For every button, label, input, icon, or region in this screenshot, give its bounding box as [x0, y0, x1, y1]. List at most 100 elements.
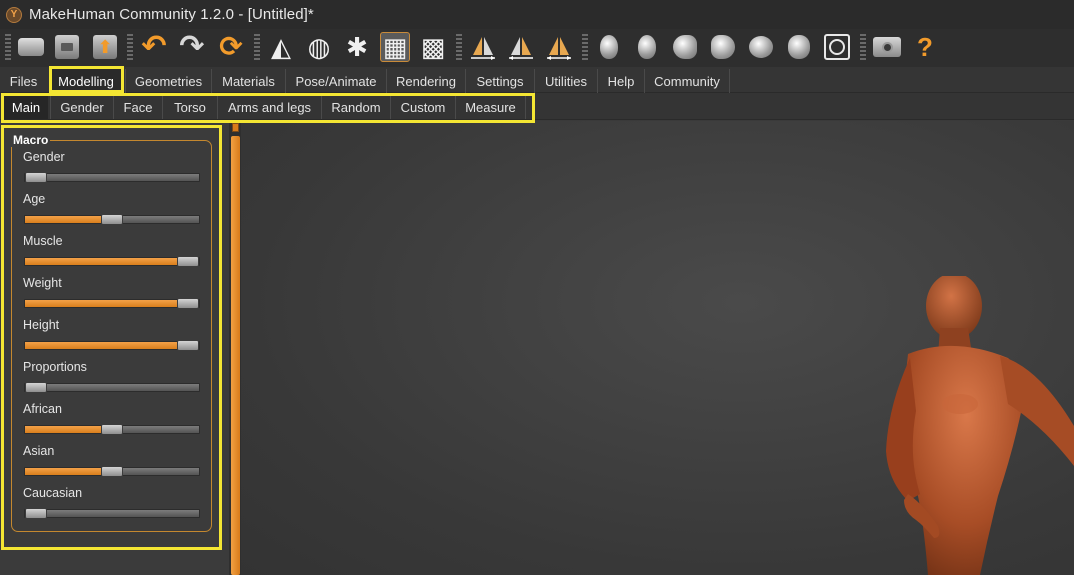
slider-label-proportions: Proportions	[23, 360, 87, 374]
toolbar-separator	[254, 34, 260, 62]
subtab-measure[interactable]: Measure	[455, 95, 526, 119]
slider-label-caucasian: Caucasian	[23, 486, 83, 500]
symmetry-button[interactable]	[544, 32, 574, 62]
tab-settings[interactable]: Settings	[465, 69, 534, 93]
slider-fill-muscle	[25, 258, 188, 265]
slider-weight[interactable]	[24, 298, 200, 309]
redo-button[interactable]: ↷	[177, 32, 207, 62]
slider-handle-asian[interactable]	[101, 466, 123, 477]
save-icon	[55, 35, 79, 59]
front-view-icon	[600, 35, 618, 59]
bottom-view-button[interactable]	[784, 32, 814, 62]
screenshot-button[interactable]	[872, 32, 902, 62]
right-view-button[interactable]	[708, 32, 738, 62]
reset-icon: ⟳	[219, 31, 243, 62]
title-bar: Y MakeHuman Community 1.2.0 - [Untitled]…	[0, 0, 1074, 29]
undo-button[interactable]: ↶	[139, 32, 169, 62]
slider-label-age: Age	[23, 192, 46, 206]
slider-proportions[interactable]	[24, 382, 200, 393]
slider-handle-african[interactable]	[101, 424, 123, 435]
checker-icon: ▩	[420, 32, 446, 62]
slider-fill-african	[25, 426, 112, 433]
human-model[interactable]	[868, 276, 1074, 575]
sub-tab-bar: Main Gender Face Torso Arms and legs Ran…	[0, 93, 1074, 120]
load-icon	[18, 38, 44, 56]
toolbar-separator	[127, 34, 133, 62]
symmetry-right-button[interactable]	[468, 32, 498, 62]
reset-camera-button[interactable]	[822, 32, 852, 62]
smooth-button[interactable]: ◭	[266, 32, 296, 62]
export-icon: ⬆	[93, 35, 117, 59]
smooth-icon: ◭	[271, 32, 291, 62]
slider-label-muscle: Muscle	[23, 234, 63, 248]
slider-handle-gender[interactable]	[25, 172, 47, 183]
symmetry-left-icon	[509, 37, 533, 60]
slider-gender[interactable]	[24, 172, 200, 183]
slider-asian[interactable]	[24, 466, 200, 477]
slider-handle-age[interactable]	[101, 214, 123, 225]
top-view-button[interactable]	[746, 32, 776, 62]
slider-label-african: African	[23, 402, 62, 416]
tab-help[interactable]: Help	[597, 69, 644, 93]
help-icon: ?	[917, 32, 933, 62]
reset-camera-icon	[824, 34, 850, 60]
slider-caucasian[interactable]	[24, 508, 200, 519]
export-button[interactable]: ⬆	[90, 32, 120, 62]
toolbar: ⬆ ↶ ↷ ⟳ ◭ ◍ ✱ ▦ ▩ ?	[0, 29, 1074, 67]
tab-rendering[interactable]: Rendering	[386, 69, 465, 93]
subtab-random[interactable]: Random	[321, 95, 390, 119]
subtab-torso[interactable]: Torso	[162, 95, 217, 119]
slider-african[interactable]	[24, 424, 200, 435]
tab-community[interactable]: Community	[644, 69, 730, 93]
slider-label-asian: Asian	[23, 444, 55, 458]
front-view-button[interactable]	[594, 32, 624, 62]
help-button[interactable]: ?	[910, 32, 940, 62]
pose-button[interactable]: ✱	[342, 32, 372, 62]
tab-pose-animate[interactable]: Pose/Animate	[285, 69, 386, 93]
slider-handle-muscle[interactable]	[177, 256, 199, 267]
subtab-face[interactable]: Face	[113, 95, 162, 119]
back-view-button[interactable]	[632, 32, 662, 62]
symmetry-left-button[interactable]	[506, 32, 536, 62]
grid-button[interactable]: ▦	[380, 32, 410, 62]
main-tab-bar: Files Modelling Geometries Materials Pos…	[0, 67, 1074, 93]
tab-geometries[interactable]: Geometries	[125, 69, 211, 93]
subtab-arms-and-legs[interactable]: Arms and legs	[217, 95, 321, 119]
slider-handle-height[interactable]	[177, 340, 199, 351]
tab-modelling[interactable]: Modelling	[49, 69, 122, 93]
slider-age[interactable]	[24, 214, 200, 225]
tab-materials[interactable]: Materials	[211, 69, 285, 93]
slider-fill-age	[25, 216, 112, 223]
slider-fill-height	[25, 342, 188, 349]
splitter-handle[interactable]	[232, 123, 239, 132]
wireframe-icon: ◍	[307, 32, 331, 62]
subtab-custom[interactable]: Custom	[390, 95, 455, 119]
top-view-icon	[749, 36, 773, 58]
symmetry-icon	[547, 37, 571, 60]
pose-icon: ✱	[346, 32, 368, 62]
slider-muscle[interactable]	[24, 256, 200, 267]
slider-height[interactable]	[24, 340, 200, 351]
slider-handle-weight[interactable]	[177, 298, 199, 309]
subtab-gender[interactable]: Gender	[50, 95, 113, 119]
toolbar-separator	[456, 34, 462, 62]
subtab-main[interactable]: Main	[4, 95, 48, 119]
wireframe-button[interactable]: ◍	[304, 32, 334, 62]
tab-files[interactable]: Files	[0, 69, 47, 93]
reset-button[interactable]: ⟳	[216, 32, 246, 62]
slider-label-gender: Gender	[23, 150, 65, 164]
right-view-icon	[711, 35, 735, 59]
app-logo: Y	[6, 6, 22, 23]
slider-handle-proportions[interactable]	[25, 382, 47, 393]
save-button[interactable]	[52, 32, 82, 62]
bottom-view-icon	[788, 35, 810, 59]
tab-utilities[interactable]: Utilities	[534, 69, 597, 93]
checker-button[interactable]: ▩	[418, 32, 448, 62]
toolbar-separator	[5, 34, 11, 62]
panel-scrollbar[interactable]	[231, 136, 240, 575]
load-button[interactable]	[16, 32, 46, 62]
slider-fill-weight	[25, 300, 188, 307]
left-view-button[interactable]	[670, 32, 700, 62]
redo-icon: ↷	[179, 30, 205, 63]
slider-handle-caucasian[interactable]	[25, 508, 47, 519]
